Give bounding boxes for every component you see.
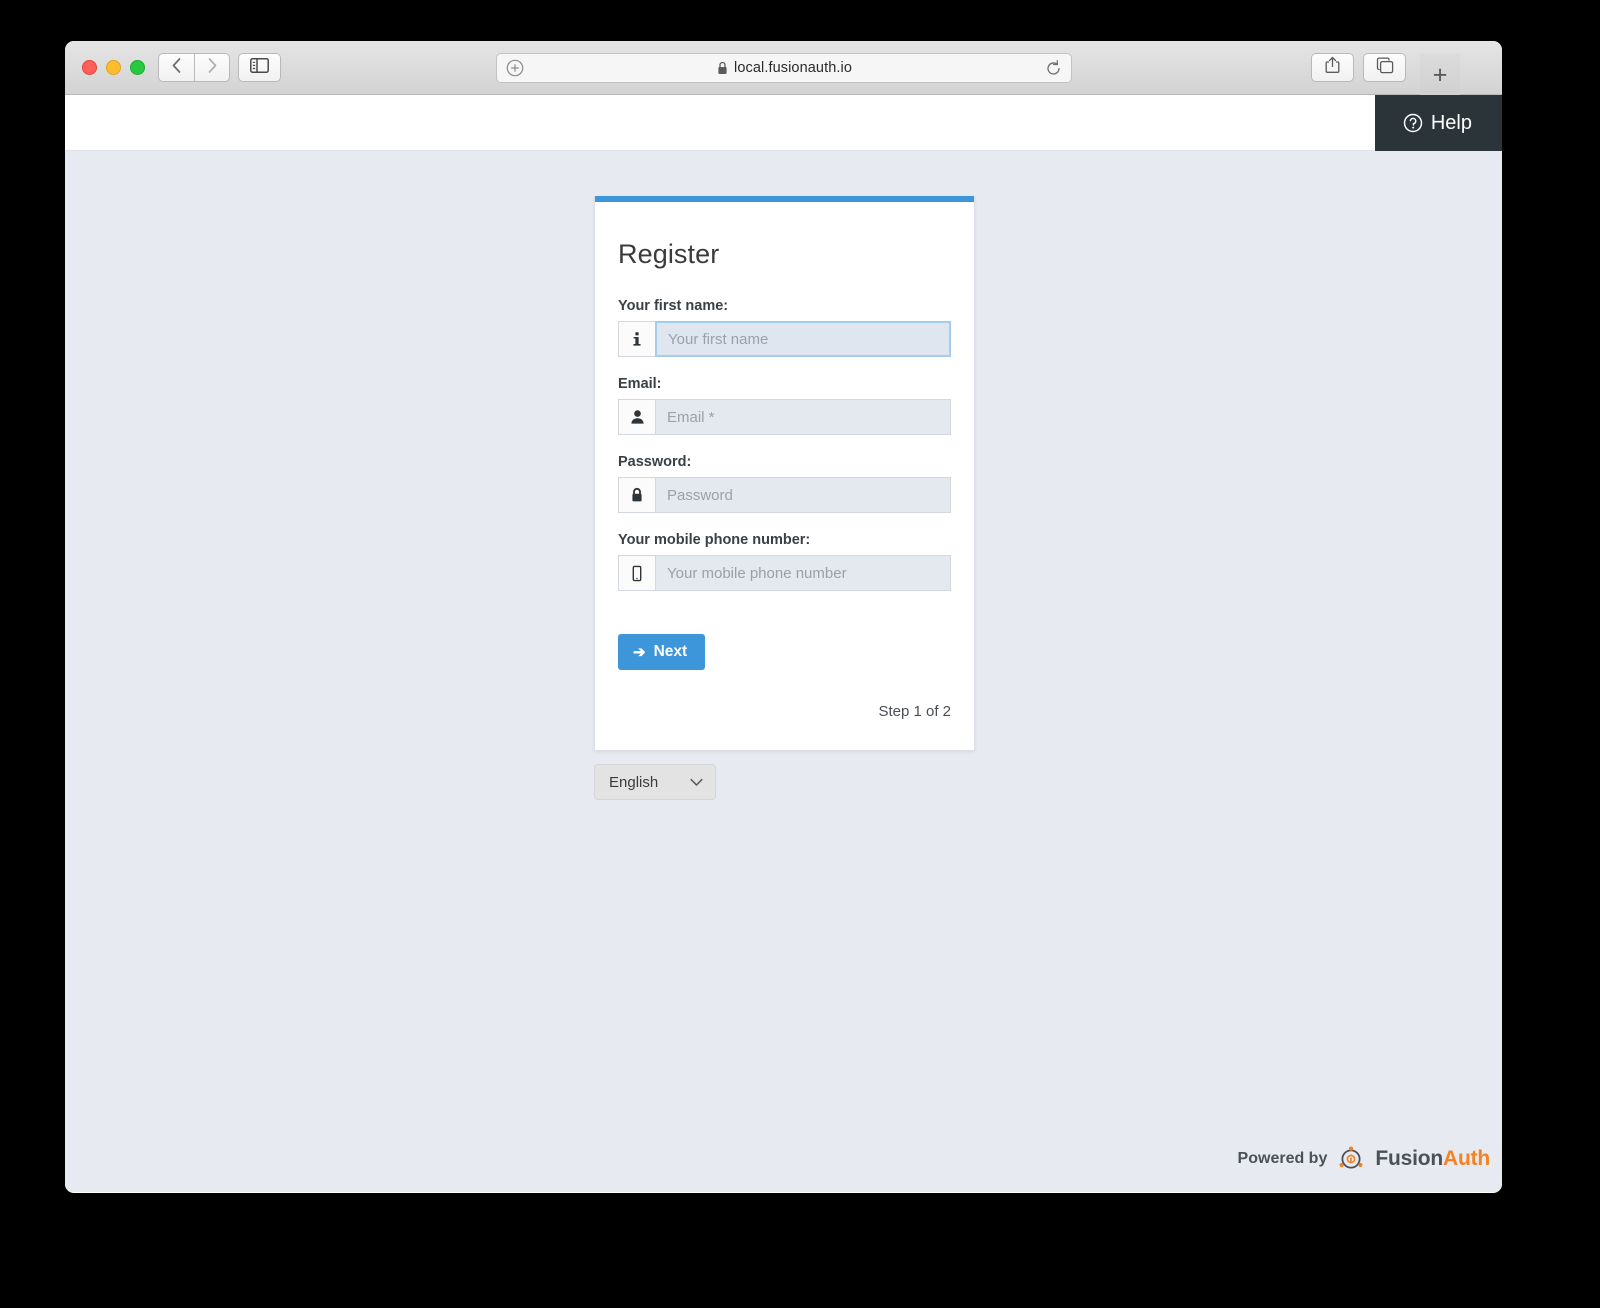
sidebar-toggle-button[interactable] [238,53,281,82]
window-traffic-lights [82,60,145,75]
first-name-input[interactable] [655,321,951,357]
share-button[interactable] [1311,53,1354,82]
password-label: Password: [618,454,692,470]
user-icon [618,399,655,435]
brand-first: Fusion [1375,1147,1443,1170]
question-circle-icon [1403,113,1423,133]
address-bar-text: local.fusionauth.io [524,60,1045,76]
field-mobile-phone: Your mobile phone number: [618,532,951,591]
lock-icon [618,477,655,513]
field-password: Password: [618,454,951,513]
info-icon [618,321,655,357]
lock-icon [717,61,728,75]
tab-overview-button[interactable] [1363,53,1406,82]
add-circle-icon[interactable] [506,59,524,77]
powered-by-label: Powered by [1237,1150,1328,1167]
tab-overview-icon [1376,56,1394,79]
first-name-input-group [618,321,951,357]
email-input[interactable] [655,399,951,435]
mobile-phone-input[interactable] [655,555,951,591]
password-input[interactable] [655,477,951,513]
email-label: Email: [618,376,662,392]
arrow-right-icon: ➔ [633,643,646,661]
brand-second: Auth [1442,1147,1490,1170]
mobile-phone-label: Your mobile phone number: [618,532,811,548]
chevron-right-icon [207,57,218,79]
mobile-phone-icon [618,555,655,591]
back-button[interactable] [158,53,194,82]
forward-button[interactable] [194,53,230,82]
next-button[interactable]: ➔ Next [618,634,706,670]
field-first-name: Your first name: [618,298,951,357]
minimize-window-button[interactable] [106,60,121,75]
step-indicator: Step 1 of 2 [878,703,951,720]
field-email: Email: [618,376,951,435]
chevron-down-icon [690,778,703,787]
close-window-button[interactable] [82,60,97,75]
fusionauth-wordmark: FusionAuth [1375,1147,1490,1171]
register-card: Register Your first name: Your first nam… [594,196,975,751]
page-viewport: Help Register Your first name: Your firs… [65,95,1502,1192]
first-name-label: Your first name: [618,298,729,314]
language-select-value: English [609,773,659,791]
share-icon [1325,56,1340,79]
language-select[interactable]: English [594,764,716,800]
mobile-phone-input-group [618,555,951,591]
powered-by-footer: Powered by FusionAuth [1238,1144,1490,1174]
site-header: Help [65,95,1502,151]
browser-toolbar: local.fusionauth.io + [65,41,1502,97]
help-label: Help [1430,111,1472,134]
new-tab-button[interactable]: + [1420,53,1460,97]
chevron-left-icon [171,57,182,79]
page-title: Register [618,239,720,269]
next-button-label: Next [653,643,688,660]
help-button[interactable]: Help [1374,95,1502,151]
reload-icon[interactable] [1045,59,1062,77]
password-input-group [618,477,951,513]
browser-window: local.fusionauth.io + Help Register Your… [65,41,1502,1193]
sidebar-toggle-icon [250,57,269,78]
fusionauth-logo-icon [1336,1144,1366,1174]
email-input-group [618,399,951,435]
maximize-window-button[interactable] [130,60,145,75]
url-value: local.fusionauth.io [734,60,852,76]
address-bar[interactable]: local.fusionauth.io [496,53,1072,83]
